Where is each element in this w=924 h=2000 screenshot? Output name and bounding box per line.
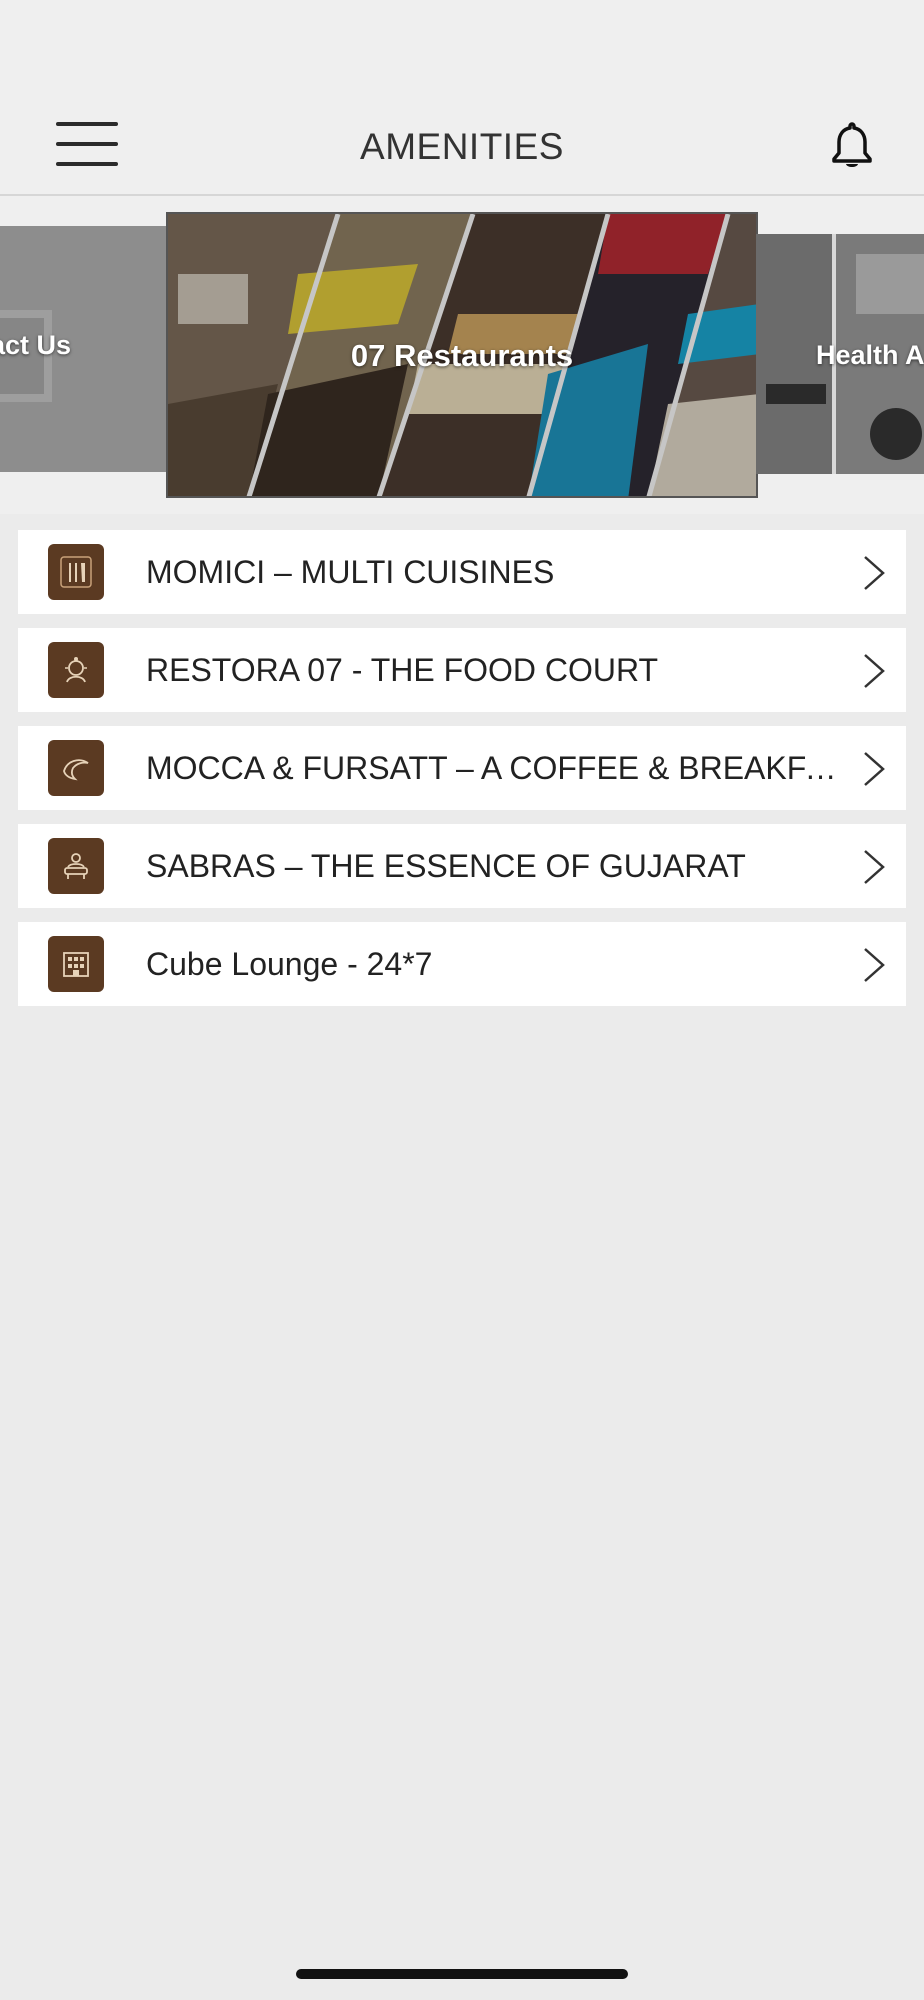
bell-icon[interactable] (828, 120, 876, 170)
list-item-label: MOCCA & FURSATT – A COFFEE & BREAKFAST (146, 750, 846, 786)
chevron-right-icon (864, 948, 885, 982)
carousel-card-health[interactable]: Health A (756, 234, 924, 474)
top-app-bar: AMENITIES (0, 80, 924, 196)
list-item[interactable]: Cube Lounge - 24*7 (18, 922, 906, 1006)
list-item-label: Cube Lounge - 24*7 (146, 946, 433, 982)
list-item-label: MOMICI – MULTI CUISINES (146, 554, 555, 590)
list-item[interactable]: SABRAS – THE ESSENCE OF GUJARAT (18, 824, 906, 908)
carousel-card-label: Health A (816, 340, 924, 370)
amenity-carousel[interactable]: act Us 07 Restaurants (0, 196, 924, 514)
page-title: AMENITIES (360, 126, 564, 167)
home-indicator[interactable] (296, 1969, 628, 1979)
dolphin-icon (48, 740, 104, 796)
chevron-right-icon (864, 752, 885, 786)
list-item-label: RESTORA 07 - THE FOOD COURT (146, 652, 659, 688)
list-item[interactable]: RESTORA 07 - THE FOOD COURT (18, 628, 906, 712)
thali-icon (48, 838, 104, 894)
list-item[interactable]: MOCCA & FURSATT – A COFFEE & BREAKFAST (18, 726, 906, 810)
carousel-card-contact[interactable]: act Us (0, 226, 168, 472)
status-bar (0, 0, 924, 80)
list-item-label: SABRAS – THE ESSENCE OF GUJARAT (146, 848, 746, 884)
chef-icon (48, 642, 104, 698)
chevron-right-icon (864, 850, 885, 884)
chevron-right-icon (864, 654, 885, 688)
chevron-right-icon (864, 556, 885, 590)
building-icon (48, 936, 104, 992)
list-item[interactable]: MOMICI – MULTI CUISINES (18, 530, 906, 614)
cutlery-icon (48, 544, 104, 600)
carousel-card-label: 07 Restaurants (350, 338, 574, 373)
carousel-card-label: act Us (0, 330, 72, 360)
carousel-card-restaurants[interactable]: 07 Restaurants (166, 212, 758, 498)
restaurant-list: MOMICI – MULTI CUISINES RESTORA 07 - THE… (18, 530, 906, 1020)
